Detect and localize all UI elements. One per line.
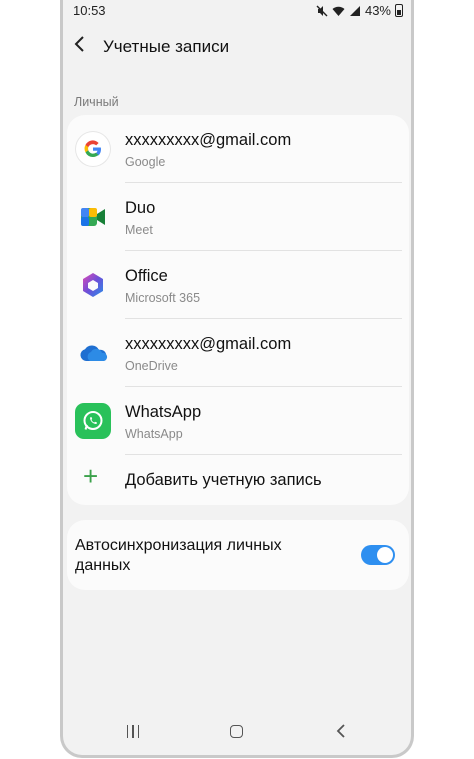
- chevron-left-icon: [74, 36, 84, 52]
- mute-icon: [316, 5, 328, 17]
- account-provider: WhatsApp: [125, 427, 183, 441]
- add-account-label: Добавить учетную запись: [125, 471, 322, 489]
- wifi-icon: [332, 5, 345, 17]
- account-row-whatsapp[interactable]: WhatsApp WhatsApp: [67, 387, 409, 455]
- auto-sync-label: Автосинхронизация личных данных: [75, 537, 282, 574]
- status-time: 10:53: [73, 3, 106, 18]
- sync-card: Автосинхронизация личных данных: [67, 520, 409, 590]
- phone-screen: 10:53 43% Учетные записи Личный xxxxxxxx…: [60, 0, 414, 758]
- signal-icon: [349, 5, 361, 17]
- nav-back-button[interactable]: [333, 720, 349, 742]
- accounts-card: xxxxxxxxx@gmail.com Google Duo Meet Offi…: [67, 115, 409, 505]
- duo-meet-icon: [76, 200, 110, 234]
- account-name: WhatsApp: [125, 403, 202, 421]
- battery-percent: 43%: [364, 3, 391, 18]
- whatsapp-icon: [75, 403, 111, 439]
- home-icon: [229, 724, 243, 738]
- account-provider: OneDrive: [125, 359, 178, 373]
- page-title: Учетные записи: [103, 37, 230, 56]
- account-row-google[interactable]: xxxxxxxxx@gmail.com Google: [67, 115, 409, 183]
- account-name: xxxxxxxxx@gmail.com: [125, 131, 292, 149]
- navigation-bar: [63, 710, 411, 755]
- home-button[interactable]: [228, 720, 244, 742]
- account-provider: Microsoft 365: [125, 291, 201, 305]
- account-row-office[interactable]: Office Microsoft 365: [67, 251, 409, 319]
- account-name: Office: [125, 267, 168, 285]
- google-icon: [76, 132, 110, 166]
- account-provider: Google: [125, 155, 166, 169]
- status-icons: 43%: [316, 3, 403, 18]
- account-name: Duo: [125, 199, 156, 217]
- back-button[interactable]: [73, 35, 93, 57]
- office-icon: [76, 268, 110, 302]
- section-label: Личный: [74, 95, 119, 109]
- nav-back-icon: [336, 724, 345, 738]
- page-header: Учетные записи: [63, 30, 411, 64]
- recent-apps-button[interactable]: [125, 720, 141, 742]
- account-row-onedrive[interactable]: xxxxxxxxx@gmail.com OneDrive: [67, 319, 409, 387]
- recent-apps-icon: [127, 724, 129, 738]
- battery-icon: [395, 4, 403, 17]
- add-account-button[interactable]: + Добавить учетную запись: [67, 455, 409, 505]
- account-name: xxxxxxxxx@gmail.com: [125, 335, 292, 353]
- account-provider: Meet: [125, 223, 153, 237]
- status-bar: 10:53 43%: [63, 0, 411, 22]
- auto-sync-toggle[interactable]: [361, 545, 395, 565]
- onedrive-icon: [76, 336, 110, 370]
- plus-icon: +: [83, 461, 99, 491]
- account-row-duo[interactable]: Duo Meet: [67, 183, 409, 251]
